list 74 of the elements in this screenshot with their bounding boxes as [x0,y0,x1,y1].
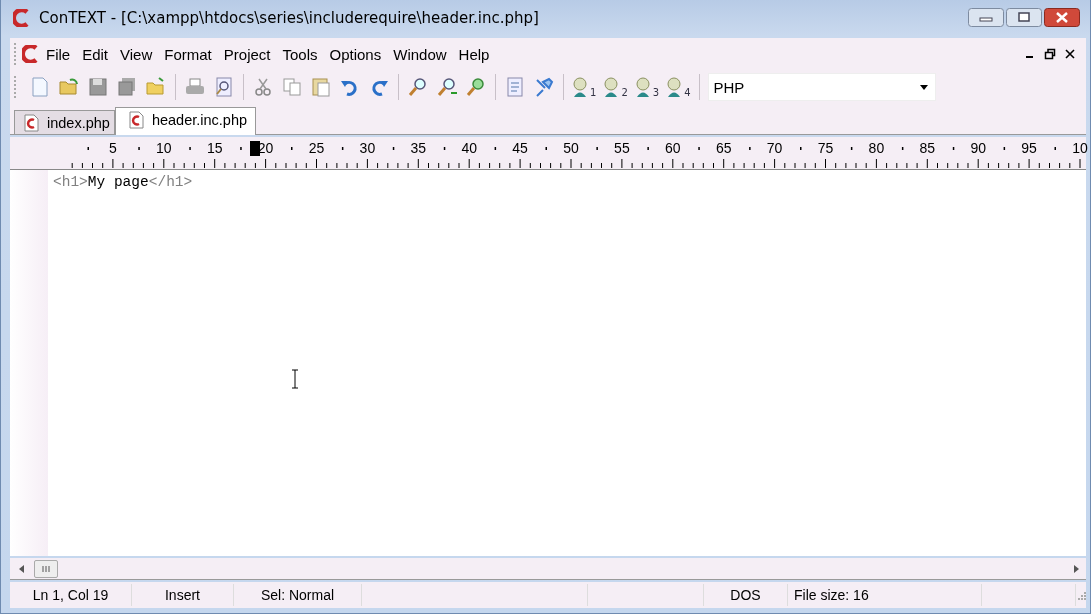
ruler-number: 70 [766,140,783,156]
menu-item[interactable]: Tools [276,45,324,63]
folder-icon[interactable] [145,76,167,98]
ruler-number: 65 [715,140,732,156]
code-line: <h1>My page</h1> [53,173,194,191]
search-icon[interactable] [407,76,429,98]
php-file-icon [127,110,144,129]
ruler-number: 95 [1021,140,1037,156]
scroll-right-icon[interactable] [1072,564,1080,573]
find-next-icon[interactable] [436,76,458,98]
php-file-icon [23,113,39,132]
ruler-number: 55 [614,140,630,156]
status-text: Insert [132,584,234,606]
replace-icon[interactable] [465,76,487,98]
text-cursor-icon [291,369,299,389]
ruler-number: 35 [410,140,427,156]
resize-grip-icon [1076,590,1086,600]
status-text: DOS [704,584,788,606]
ruler-number: 10 [156,140,172,156]
ruler-number: 40 [461,140,477,156]
ruler-number: 80 [868,140,885,156]
person-icon [572,76,590,98]
paste-icon[interactable] [310,76,332,98]
ruler-number: 15 [206,140,223,156]
menu-item[interactable]: Project [217,45,277,63]
file-tab[interactable]: header.inc.php [114,107,257,135]
bookmark-button[interactable]: 4 [666,76,691,98]
open-folder-icon[interactable] [58,76,80,98]
minimize-button[interactable] [968,8,1004,27]
ruler-number: 85 [919,140,936,156]
save-all-icon[interactable] [116,76,138,98]
menu-item[interactable]: View [114,45,159,63]
dropdown-arrow-icon [919,84,928,90]
ruler-number: 10 [1072,140,1088,156]
ruler-number: 45 [512,140,528,156]
grip-icon [41,564,51,573]
scroll-thumb[interactable] [34,559,58,578]
menu-item[interactable]: Options [323,45,388,63]
menu-item[interactable]: File [40,45,77,63]
highlighter-dropdown[interactable]: PHP [707,73,936,101]
copy-icon[interactable] [281,76,303,98]
window-title: ConTEXT - [C:\xampp\htdocs\series\includerequire\header.inc.php] [39,9,540,27]
menu-item[interactable]: Format [158,45,218,63]
close-button[interactable] [1044,8,1080,27]
person-icon [634,76,653,98]
save-icon[interactable] [87,76,109,98]
print-preview-icon[interactable] [213,76,235,98]
bookmark-button[interactable]: 1 [572,76,597,98]
close-icon[interactable] [1064,48,1076,60]
ruler-number: 30 [359,140,376,156]
ruler-number: 75 [817,140,834,156]
ruler-number: 25 [308,140,325,156]
ruler-number: 5 [109,140,117,156]
menu-item[interactable]: Window [387,45,453,63]
bookmark-button[interactable]: 2 [603,76,628,98]
status-text: Ln 1, Col 19 [10,584,132,606]
app-logo-icon [13,9,31,27]
maximize-button[interactable] [1006,8,1042,27]
document-logo-icon [22,45,40,63]
bookmark-button[interactable]: 3 [634,76,660,98]
horizontal-scrollbar[interactable] [10,558,1086,580]
status-text: Sel: Normal [234,584,362,606]
ruler-number: 50 [563,140,579,156]
ruler-number: 90 [970,140,986,156]
menu-item[interactable]: Help [452,45,496,63]
restore-icon[interactable] [1044,48,1056,60]
pin-icon[interactable] [533,76,555,98]
scroll-left-icon[interactable] [18,564,26,573]
ruler-number: 60 [665,140,681,156]
document-list-icon[interactable] [504,76,526,98]
scissors-icon[interactable] [252,76,274,98]
menu-item[interactable]: Edit [76,45,115,63]
file-tab[interactable]: index.php [14,110,115,134]
status-text: File size: 16 [788,584,982,606]
